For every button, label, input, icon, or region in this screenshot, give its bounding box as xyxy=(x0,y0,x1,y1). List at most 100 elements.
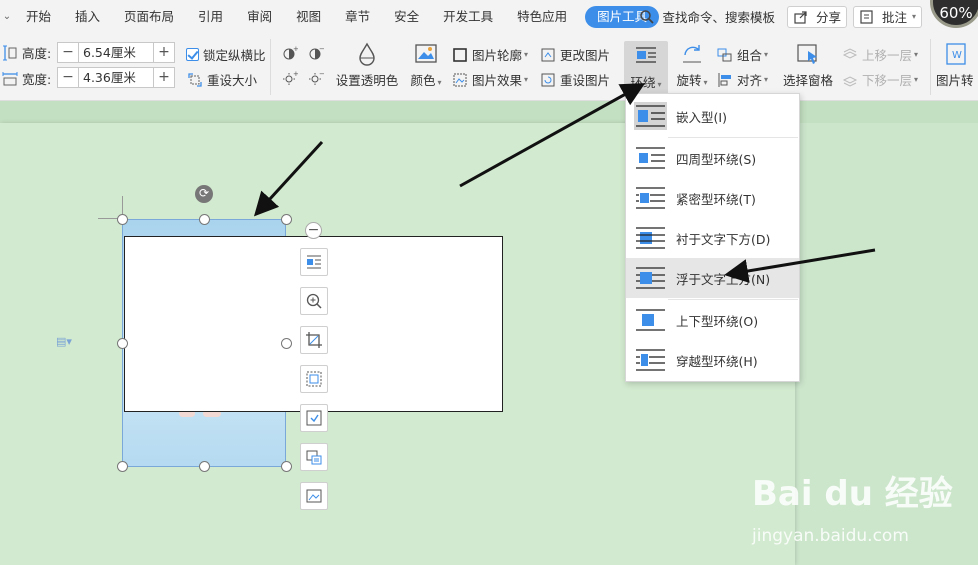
ribbon: 高度: − 6.54厘米 + 锁定纵横比 宽度: − 4.36厘米 + 重设大小… xyxy=(0,33,978,101)
fit-frame-button[interactable] xyxy=(300,365,328,393)
height-stepper[interactable]: − 6.54厘米 + xyxy=(57,42,175,63)
resize-handle[interactable] xyxy=(117,214,128,225)
svg-text:+: + xyxy=(293,70,298,78)
group-button[interactable]: 组合 ▾ xyxy=(717,45,768,64)
wrap-inline-item[interactable]: 嵌入型(I) xyxy=(626,96,799,136)
height-label: 高度: xyxy=(22,46,52,61)
menu-bar: ⌄ 开始 插入 页面布局 引用 审阅 视图 章节 安全 开发工具 特色应用 图片… xyxy=(0,0,978,33)
selection-pane-button[interactable]: 选择窗格 xyxy=(782,41,834,89)
workspace-background xyxy=(0,101,978,123)
share-button[interactable]: 分享 xyxy=(786,5,847,28)
plus-icon[interactable]: + xyxy=(154,68,174,87)
collapse-toolbar-button[interactable]: − xyxy=(305,222,322,239)
tab-review[interactable]: 审阅 xyxy=(235,0,284,33)
width-label-group: 宽度: xyxy=(2,69,51,88)
annotate-label: 批注 xyxy=(881,10,907,25)
resize-handle[interactable] xyxy=(199,461,210,472)
picture-to-text-button[interactable] xyxy=(300,443,328,471)
tab-chapter[interactable]: 章节 xyxy=(333,0,382,33)
tab-start[interactable]: 开始 xyxy=(14,0,63,33)
extract-text-button[interactable] xyxy=(300,404,328,432)
wrap-tight-item[interactable]: 紧密型环绕(T) xyxy=(626,178,799,218)
height-value[interactable]: 6.54厘米 xyxy=(78,43,154,62)
more-picture-tools-button[interactable] xyxy=(300,482,328,510)
wrap-in-front-of-text-item[interactable]: 浮于文字上方(N) xyxy=(626,258,799,298)
fit-frame-icon xyxy=(306,371,322,387)
resize-handle[interactable] xyxy=(199,214,210,225)
checkbox-checked-icon[interactable] xyxy=(186,48,199,61)
search-command-label: 查找命令、搜索模板 xyxy=(662,10,775,25)
wrap-square-item[interactable]: 四周型环绕(S) xyxy=(626,138,799,178)
rotate-handle-icon[interactable]: ⟳ xyxy=(195,185,213,203)
reset-picture-button[interactable]: 重设图片 xyxy=(540,70,610,89)
wrap-tight-label: 紧密型环绕(T) xyxy=(676,191,756,207)
reset-size-label: 重设大小 xyxy=(207,73,258,88)
change-picture-label: 更改图片 xyxy=(560,48,611,63)
resize-handle[interactable] xyxy=(117,461,128,472)
zoom-in-icon xyxy=(306,293,322,309)
chevron-down-icon[interactable]: ⌄ xyxy=(0,11,14,22)
picture-convert-button[interactable]: W 图片转 xyxy=(936,41,978,89)
minus-icon[interactable]: − xyxy=(58,68,78,87)
tab-references[interactable]: 引用 xyxy=(186,0,235,33)
wrap-through-item[interactable]: 穿越型环绕(H) xyxy=(626,340,799,380)
rotate-label: 旋转 xyxy=(676,73,702,88)
wrap-through-label: 穿越型环绕(H) xyxy=(676,353,758,369)
resize-handle[interactable] xyxy=(281,338,292,349)
layout-options-icon xyxy=(307,255,321,269)
extract-text-icon xyxy=(306,410,322,426)
resize-handle[interactable] xyxy=(281,214,292,225)
annotate-button[interactable]: 批注 ▾ xyxy=(852,5,922,28)
tab-view[interactable]: 视图 xyxy=(284,0,333,33)
change-picture-icon xyxy=(540,47,556,63)
layout-options-button[interactable] xyxy=(300,248,328,276)
resize-handle[interactable] xyxy=(117,338,128,349)
tab-special-apps[interactable]: 特色应用 xyxy=(505,0,579,33)
brightness-up-icon[interactable]: + xyxy=(282,70,298,86)
effects-button[interactable]: 图片效果 ▾ xyxy=(452,70,528,89)
wrap-text-button[interactable]: 环绕 ▾ xyxy=(624,41,668,97)
paragraph-icon[interactable]: ▤▾ xyxy=(56,335,78,349)
selection-pane-label: 选择窗格 xyxy=(782,73,833,88)
rotate-button[interactable]: 旋转 ▾ xyxy=(672,41,712,89)
tab-developer[interactable]: 开发工具 xyxy=(431,0,505,33)
tab-security[interactable]: 安全 xyxy=(382,0,431,33)
set-transparent-button[interactable]: 设置透明色 xyxy=(334,41,400,89)
tab-insert[interactable]: 插入 xyxy=(63,0,112,33)
bring-forward-button[interactable]: 上移一层 ▾ xyxy=(842,45,918,64)
width-stepper[interactable]: − 4.36厘米 + xyxy=(57,67,175,88)
change-picture-button[interactable]: 更改图片 xyxy=(540,45,610,64)
group-icon xyxy=(717,47,733,63)
contrast-down-icon[interactable]: − xyxy=(308,45,324,61)
chevron-down-icon: ▾ xyxy=(524,75,529,84)
crop-button[interactable] xyxy=(300,326,328,354)
search-icon xyxy=(639,9,655,25)
wrap-behind-text-label: 衬于文字下方(D) xyxy=(676,231,771,247)
width-value[interactable]: 4.36厘米 xyxy=(78,68,154,87)
zoom-badge: 60% xyxy=(928,0,978,33)
send-backward-button[interactable]: 下移一层 ▾ xyxy=(842,70,918,89)
plus-icon[interactable]: + xyxy=(154,43,174,62)
effects-icon xyxy=(452,72,468,88)
minus-icon[interactable]: − xyxy=(58,43,78,62)
wrap-inline-icon xyxy=(634,102,667,130)
zoom-button[interactable] xyxy=(300,287,328,315)
search-command[interactable]: 查找命令、搜索模板 xyxy=(627,7,787,26)
outline-button[interactable]: 图片轮廓 ▾ xyxy=(452,45,528,64)
wrap-behind-text-icon xyxy=(634,224,667,252)
tab-page-layout[interactable]: 页面布局 xyxy=(112,0,186,33)
lock-ratio-checkbox[interactable]: 锁定纵横比 xyxy=(186,45,266,64)
resize-handle[interactable] xyxy=(281,461,292,472)
wrap-behind-text-item[interactable]: 衬于文字下方(D) xyxy=(626,218,799,258)
chevron-down-icon: ▾ xyxy=(437,78,442,87)
brightness-down-icon[interactable]: − xyxy=(308,70,324,86)
chevron-down-icon: ▾ xyxy=(524,50,529,59)
reset-size-button[interactable]: 重设大小 xyxy=(187,70,257,89)
crop-icon xyxy=(306,332,322,348)
wrap-top-bottom-item[interactable]: 上下型环绕(O) xyxy=(626,300,799,340)
contrast-up-icon[interactable]: + xyxy=(282,45,298,61)
color-button[interactable]: 颜色 ▾ xyxy=(406,41,446,89)
send-backward-icon xyxy=(842,72,858,88)
annotate-icon xyxy=(859,9,875,25)
align-button[interactable]: 对齐 ▾ xyxy=(717,70,768,89)
